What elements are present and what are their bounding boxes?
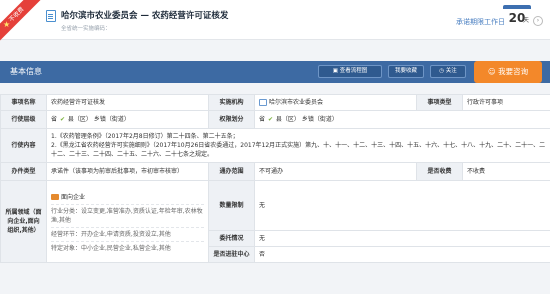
agency-cell: 哈尔滨市农业委员会: [254, 94, 417, 111]
category-value: 行政许可事项: [462, 94, 550, 111]
check-icon: ✔: [59, 116, 65, 123]
agency-value[interactable]: 哈尔滨市农业委员会: [269, 99, 323, 106]
cross-label: 通办范围: [208, 162, 255, 181]
scope-operation: 经营环节：开办企业,申请资质,投资设立,其他: [51, 228, 204, 242]
process-value: 承诺件（该事项为前审后批事项，市初审市核审）: [46, 162, 209, 181]
quantity-label: 数量限制: [208, 180, 255, 231]
follow-button[interactable]: ◷ 关注: [430, 65, 466, 78]
content-cell: 1.《农药管理条例》（2017年2月8日修订）第二十四条、第二十五条； 2.《黑…: [46, 128, 550, 163]
basic-info-table: 事项名称 农药经营许可证核发 实施机构 哈尔滨市农业委员会 事项类型 行政许可事…: [0, 94, 550, 263]
power-label: 权限划分: [208, 110, 255, 129]
building-icon: [259, 99, 267, 106]
delegate-value: 无: [254, 230, 550, 247]
check-icon: ✔: [267, 116, 273, 123]
unified-code-label: 全省统一实施编码：: [61, 26, 111, 32]
center-value: 否: [254, 246, 550, 263]
item-name-value: 农药经营许可证核发: [46, 94, 209, 111]
fee-label: 是否收费: [416, 162, 463, 181]
fee-value: 不收费: [462, 162, 550, 181]
category-label: 事项类型: [416, 94, 463, 111]
scope-label: 所属领域（面向企业,面向组织,其他）: [0, 180, 47, 263]
delegate-label: 委托情况: [208, 230, 255, 247]
deadline-days-box: 20 天: [503, 5, 531, 37]
document-icon: [46, 10, 56, 22]
deadline-label: 承诺期限工作日: [456, 18, 505, 26]
level-label: 行使层级: [0, 110, 47, 129]
deadline-unit: 天: [523, 17, 530, 24]
center-label: 是否进驻中心: [208, 246, 255, 263]
content-line-1: 1.《农药管理条例》（2017年2月8日修订）第二十四条、第二十五条；: [51, 133, 239, 140]
power-cell: 省 ✔ 县（区） 乡镇（街道）: [254, 110, 550, 129]
chevron-right-icon[interactable]: ›: [533, 16, 543, 26]
briefcase-icon: [51, 194, 59, 200]
level-cell: 省 ✔ 县（区） 乡镇（街道）: [46, 110, 209, 129]
content-line-2: 2.《黑龙江省农药经营许可实施细则》（2017年10月26日省农委通过，2017…: [51, 142, 546, 158]
process-label: 办件类型: [0, 162, 47, 181]
scope-special: 特定对象：中小企业,民营企业,私营企业,其他: [51, 244, 171, 252]
table-row: 行使层级 省 ✔ 县（区） 乡镇（街道） 权限划分 省 ✔ 县（区） 乡镇（街道…: [0, 110, 550, 129]
scope-industry: 行业分类：设立变更,准营准办,资质认证,年检年审,农林牧渔,其他: [51, 205, 204, 228]
content-label: 行使内容: [0, 128, 47, 163]
flowchart-icon: ▣: [332, 68, 340, 74]
star-icon: ★: [3, 20, 11, 29]
no-fee-ribbon: 不收费 ★: [0, 0, 44, 44]
page-title: 哈尔滨市农业委员会 — 农药经营许可证核发: [61, 11, 229, 21]
scope-cell: 面向企业 行业分类：设立变更,准营准办,资质认证,年检年审,农林牧渔,其他 经营…: [46, 180, 209, 263]
item-name-label: 事项名称: [0, 94, 47, 111]
table-row: 所属领域（面向企业,面向组织,其他） 面向企业 行业分类：设立变更,准营准办,资…: [0, 180, 550, 263]
quantity-value: 无: [254, 180, 550, 231]
table-row: 办件类型 承诺件（该事项为前审后批事项，市初审市核审） 通办范围 不可通办 是否…: [0, 162, 550, 181]
view-flowchart-button[interactable]: ▣ 查看流程图: [318, 65, 382, 78]
table-row: 事项名称 农药经营许可证核发 实施机构 哈尔滨市农业委员会 事项类型 行政许可事…: [0, 94, 550, 111]
basic-info-title: 基本信息: [10, 67, 42, 76]
agency-label: 实施机构: [208, 94, 255, 111]
page-header: 不收费 ★ 哈尔滨市农业委员会 — 农药经营许可证核发 全省统一实施编码： 承诺…: [0, 0, 550, 44]
consult-icon: ☺: [487, 67, 499, 76]
basic-info-bar: 基本信息 ▣ 查看流程图 我要收藏 ◷ 关注: [0, 61, 550, 83]
scope-enterprise: 面向企业: [51, 191, 204, 205]
favorite-button[interactable]: 我要收藏: [388, 65, 424, 78]
table-row: 行使内容 1.《农药管理条例》（2017年2月8日修订）第二十四条、第二十五条；…: [0, 128, 550, 163]
cross-value: 不可通办: [254, 162, 417, 181]
consult-button[interactable]: ☺ 我要咨询: [474, 61, 542, 83]
